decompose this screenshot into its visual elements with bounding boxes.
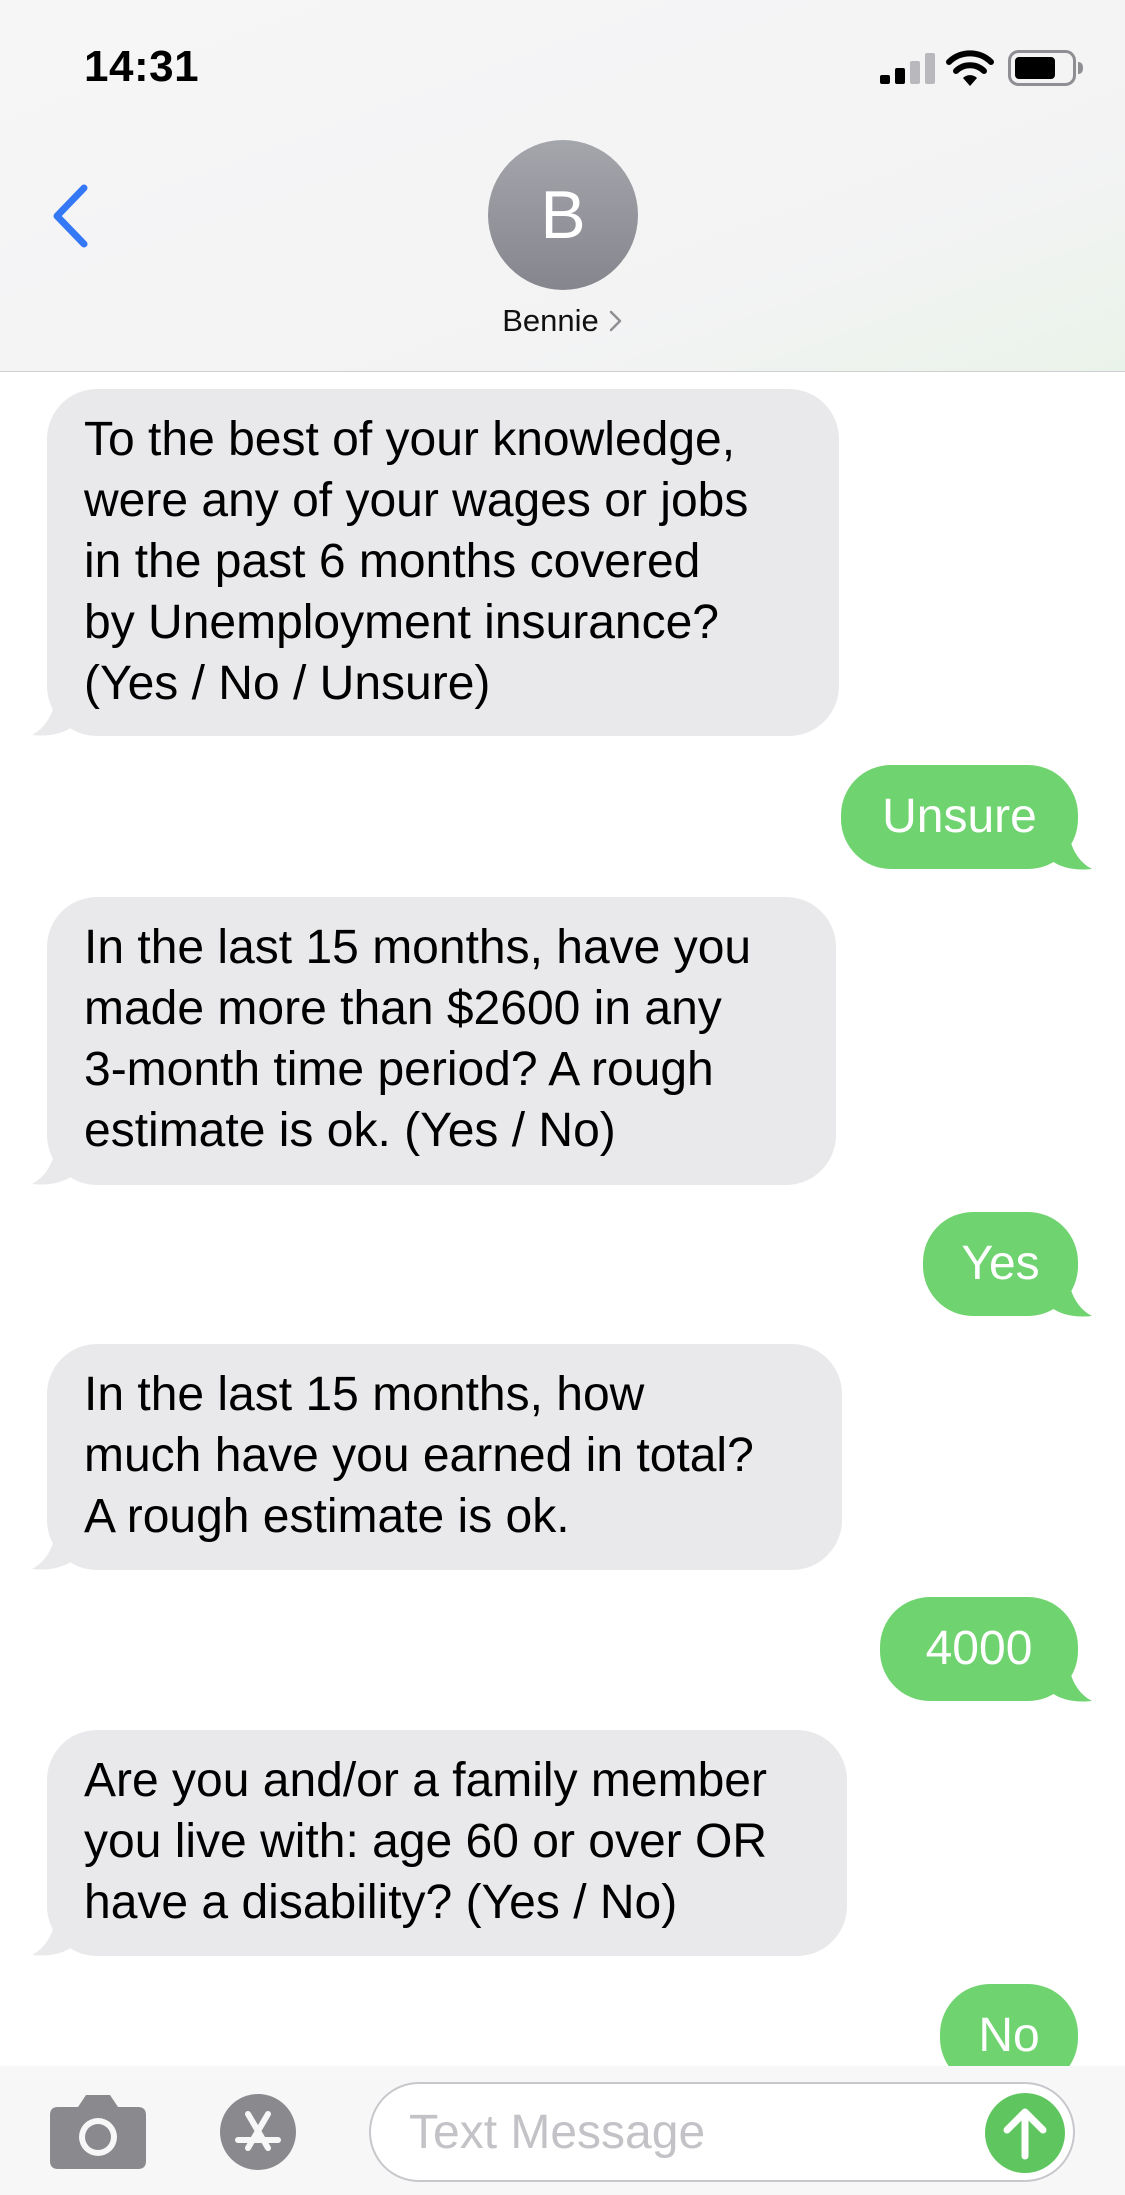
back-button[interactable] bbox=[40, 178, 100, 254]
camera-icon bbox=[50, 2095, 146, 2169]
arrow-up-icon bbox=[1003, 2108, 1047, 2160]
contact-details-link[interactable]: Bennie bbox=[0, 303, 1125, 339]
chevron-right-icon bbox=[609, 310, 622, 332]
signal-icon bbox=[880, 53, 935, 84]
incoming-message: To the best of your knowledge, were any … bbox=[47, 389, 839, 736]
incoming-message: Are you and/or a family member you live … bbox=[47, 1730, 847, 1956]
app-store-icon bbox=[220, 2094, 296, 2170]
text-message-input[interactable] bbox=[409, 2084, 969, 2180]
outgoing-message: Unsure bbox=[841, 765, 1078, 869]
avatar-initial: B bbox=[540, 177, 586, 253]
outgoing-message: Yes bbox=[923, 1212, 1078, 1316]
camera-button[interactable] bbox=[50, 2093, 146, 2169]
contact-avatar[interactable]: B bbox=[488, 140, 638, 290]
navigation-header: 14:31 B Bennie bbox=[0, 0, 1125, 372]
battery-icon bbox=[1008, 50, 1083, 86]
incoming-message: In the last 15 months, how much have you… bbox=[47, 1344, 842, 1570]
chevron-left-icon bbox=[53, 184, 88, 248]
app-store-button[interactable] bbox=[210, 2094, 320, 2170]
incoming-message: In the last 15 months, have you made mor… bbox=[47, 897, 836, 1185]
contact-name: Bennie bbox=[502, 303, 599, 338]
text-message-field[interactable] bbox=[369, 2082, 1075, 2182]
status-time: 14:31 bbox=[84, 42, 200, 91]
outgoing-message: 4000 bbox=[880, 1597, 1078, 1701]
wifi-icon bbox=[946, 50, 994, 86]
send-button[interactable] bbox=[985, 2093, 1065, 2173]
